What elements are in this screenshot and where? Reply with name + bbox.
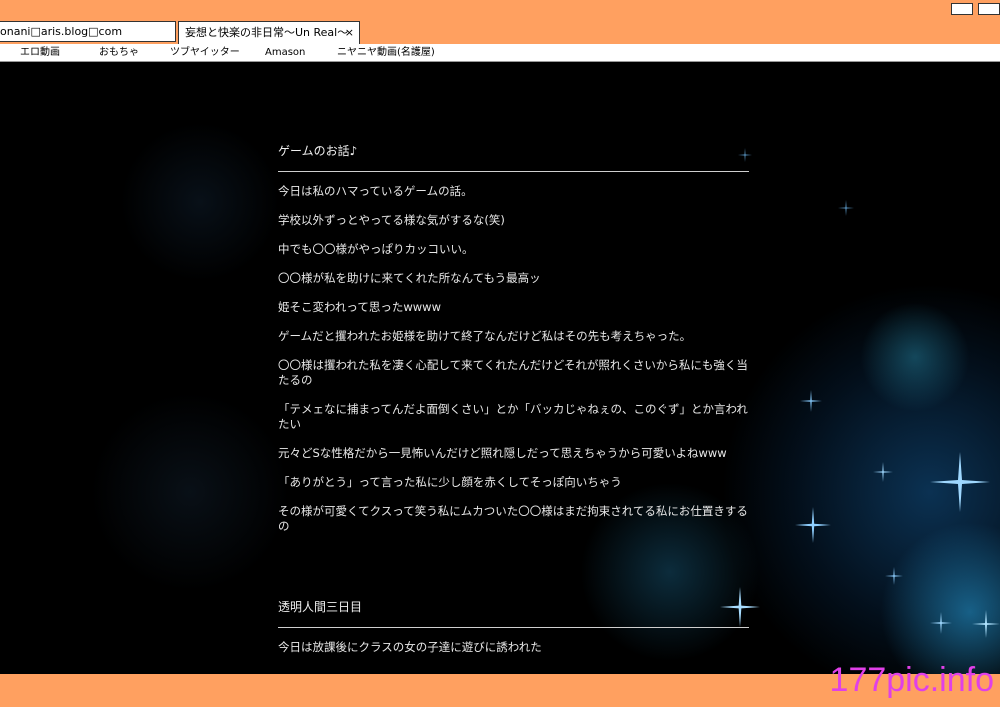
article-paragraph: 学校以外ずっとやってる様な気がするな(笑) bbox=[278, 213, 505, 227]
bookmark-item[interactable]: Amason bbox=[265, 44, 305, 62]
bookmark-item[interactable]: エロ動画 bbox=[20, 44, 60, 62]
bookmark-item[interactable]: ニヤニヤ動画(名護屋) bbox=[337, 44, 435, 62]
article-paragraph: 元々どSな性格だから一見怖いんだけど照れ隠しだって思えちゃうから可愛いよねwww bbox=[278, 446, 727, 460]
maximize-button[interactable] bbox=[978, 3, 1000, 15]
sparkle-icon bbox=[930, 452, 990, 512]
article-paragraph: 〇〇様は攫われた私を凄く心配して来てくれたんだけどそれが照れくさいから私にも強く… bbox=[278, 358, 748, 387]
tab-active[interactable]: 妄想と快楽の非日常〜Un Real〜 × bbox=[178, 21, 360, 44]
sparkle-icon bbox=[795, 507, 831, 543]
sparkle-icon bbox=[838, 200, 854, 216]
bookmark-item[interactable]: ツブヤイッター bbox=[170, 44, 240, 62]
background-glow bbox=[880, 522, 1000, 674]
background-glow bbox=[720, 282, 1000, 674]
article-paragraph: 「テメェなに捕まってんだよ面倒くさい」とか「バッカじゃねぇの、このぐず」とか言わ… bbox=[278, 402, 748, 431]
sparkle-icon bbox=[800, 390, 822, 412]
page-content: ゲームのお話♪ 今日は私のハマっているゲームの話。 学校以外ずっとやってる様な気… bbox=[0, 62, 1000, 674]
background-glow bbox=[120, 122, 280, 282]
address-text: onani□aris.blog□com bbox=[0, 25, 123, 38]
watermark-text: 177pic.info bbox=[829, 661, 994, 699]
article-title[interactable]: ゲームのお話♪ bbox=[278, 144, 749, 172]
bookmark-item[interactable]: おもちゃ bbox=[99, 44, 139, 62]
sparkle-icon bbox=[873, 462, 893, 482]
bookmarks-bar: エロ動画 おもちゃ ツブヤイッター Amason ニヤニヤ動画(名護屋) bbox=[0, 44, 1000, 62]
address-bar[interactable]: onani□aris.blog□com bbox=[0, 21, 176, 42]
article-paragraph: 「ありがとう」って言った私に少し顔を赤くしてそっぽ向いちゃう bbox=[278, 475, 622, 489]
background-glow bbox=[90, 392, 290, 592]
sparkle-icon bbox=[885, 567, 903, 585]
tab-title: 妄想と快楽の非日常〜Un Real〜 bbox=[185, 26, 349, 39]
blog-article: 透明人間三日目 今日は放課後にクラスの女の子達に遊びに誘われた bbox=[278, 600, 749, 669]
sparkle-icon bbox=[972, 610, 1000, 638]
article-paragraph: 〇〇様が私を助けに来てくれた所なんてもう最高ッ bbox=[278, 271, 541, 285]
article-paragraph: 今日は私のハマっているゲームの話。 bbox=[278, 184, 473, 198]
article-title[interactable]: 透明人間三日目 bbox=[278, 600, 749, 628]
article-paragraph: 中でも〇〇様がやっぱりカッコいい。 bbox=[278, 242, 474, 256]
blog-article: ゲームのお話♪ 今日は私のハマっているゲームの話。 学校以外ずっとやってる様な気… bbox=[278, 144, 749, 548]
sparkle-icon bbox=[930, 612, 952, 634]
article-paragraph: 姫そこ変われって思ったwwww bbox=[278, 300, 441, 314]
article-paragraph: 今日は放課後にクラスの女の子達に遊びに誘われた bbox=[278, 640, 542, 654]
browser-chrome-top: onani□aris.blog□com 妄想と快楽の非日常〜Un Real〜 × bbox=[0, 0, 1000, 44]
background-glow bbox=[860, 302, 970, 412]
article-paragraph: ゲームだと攫われたお姫様を助けて終了なんだけど私はその先も考えちゃった。 bbox=[278, 329, 692, 343]
minimize-button[interactable] bbox=[951, 3, 973, 15]
close-icon[interactable]: × bbox=[345, 22, 354, 43]
article-paragraph: その様が可愛くてクスって笑う私にムカついた〇〇様はまだ拘束されてる私にお仕置きす… bbox=[278, 504, 748, 533]
